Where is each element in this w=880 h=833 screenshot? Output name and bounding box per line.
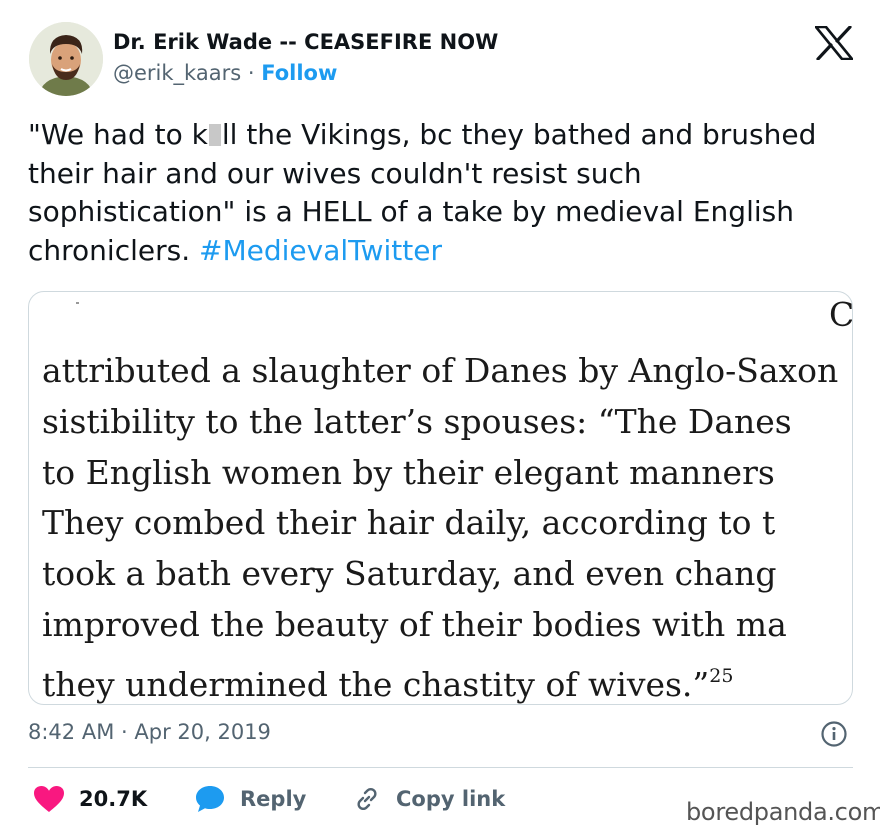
book-excerpt: attributed a slaughter of Danes by Anglo… bbox=[42, 346, 852, 704]
like-button[interactable]: 20.7K bbox=[33, 784, 147, 814]
excerpt-line: sistibility to the latter’s spouses: “Th… bbox=[42, 401, 792, 441]
excerpt-line: took a bath every Saturday, and even cha… bbox=[42, 554, 777, 594]
tweet-time: 8:42 AM bbox=[28, 720, 115, 744]
x-logo-icon[interactable] bbox=[815, 26, 853, 60]
speech-bubble-icon bbox=[196, 786, 224, 812]
link-icon bbox=[357, 787, 377, 811]
excerpt-line: to English women by their elegant manner… bbox=[42, 452, 775, 492]
author-name[interactable]: Dr. Erik Wade -- CEASEFIRE NOW bbox=[113, 30, 498, 54]
author-handle-row: @erik_kaars · Follow bbox=[113, 61, 337, 85]
footnote-number: 25 bbox=[709, 664, 734, 687]
like-count: 20.7K bbox=[79, 787, 148, 811]
excerpt-line: attributed a slaughter of Danes by Anglo… bbox=[42, 351, 839, 390]
heart-icon bbox=[34, 786, 64, 812]
avatar[interactable] bbox=[29, 22, 103, 96]
divider bbox=[28, 767, 853, 768]
excerpt-line-last: they undermined the chastity of wives.”2… bbox=[42, 651, 852, 704]
reply-label: Reply bbox=[240, 787, 307, 811]
hashtag-link[interactable]: #MedievalTwitter bbox=[199, 234, 442, 267]
media-image[interactable]: C attributed a slaughter of Danes by Ang… bbox=[28, 291, 853, 705]
copy-link-button[interactable]: Copy link bbox=[352, 784, 505, 814]
separator-dot: · bbox=[121, 720, 128, 744]
excerpt-last-text: they undermined the chastity of wives.” bbox=[42, 664, 710, 704]
tweet-text-start: "We had to k bbox=[28, 118, 208, 151]
reply-button[interactable]: Reply bbox=[194, 784, 306, 814]
scan-speck bbox=[76, 302, 79, 304]
tweet-text: "We had to k ll the Vikings, bc they bath… bbox=[28, 116, 838, 270]
avatar-illustration bbox=[29, 22, 103, 96]
redaction-block bbox=[208, 124, 221, 146]
follow-button[interactable]: Follow bbox=[261, 61, 337, 85]
excerpt-line: improved the beauty of their bodies with… bbox=[42, 604, 787, 644]
excerpt-line: They combed their hair daily, according … bbox=[42, 503, 776, 543]
tweet-timestamp[interactable]: 8:42 AM · Apr 20, 2019 bbox=[28, 720, 271, 744]
excerpt-corner-letter: C bbox=[829, 295, 853, 334]
separator-dot: · bbox=[247, 61, 255, 85]
info-icon[interactable] bbox=[820, 720, 848, 748]
watermark: boredpanda.com bbox=[686, 798, 880, 826]
author-handle[interactable]: @erik_kaars bbox=[113, 61, 241, 85]
tweet-date: Apr 20, 2019 bbox=[134, 720, 271, 744]
copy-link-label: Copy link bbox=[396, 787, 506, 811]
